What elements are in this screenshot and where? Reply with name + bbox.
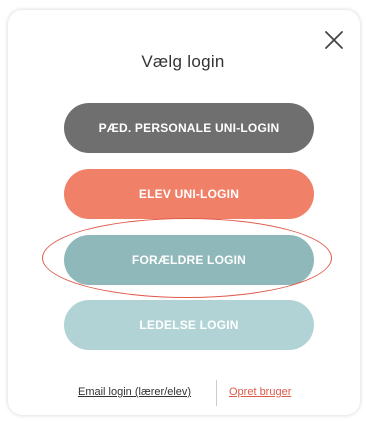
staff-unilogin-button[interactable]: PÆD. PERSONALE UNI-LOGIN — [64, 103, 314, 153]
staff-unilogin-label: PÆD. PERSONALE UNI-LOGIN — [98, 121, 280, 135]
pupil-unilogin-button[interactable]: ELEV UNI-LOGIN — [64, 169, 314, 219]
footer-divider — [216, 380, 217, 406]
management-login-button[interactable]: LEDELSE LOGIN — [64, 300, 314, 350]
parent-login-label: FORÆLDRE LOGIN — [131, 253, 247, 267]
email-login-link[interactable]: Email login (lærer/elev) — [78, 386, 191, 398]
management-login-label: LEDELSE LOGIN — [139, 318, 239, 332]
dialog-title: Vælg login — [141, 52, 225, 71]
pupil-unilogin-label: ELEV UNI-LOGIN — [138, 187, 240, 201]
create-user-link[interactable]: Opret bruger — [229, 386, 291, 398]
close-icon[interactable] — [323, 29, 345, 51]
parent-login-button[interactable]: FORÆLDRE LOGIN — [64, 235, 314, 285]
